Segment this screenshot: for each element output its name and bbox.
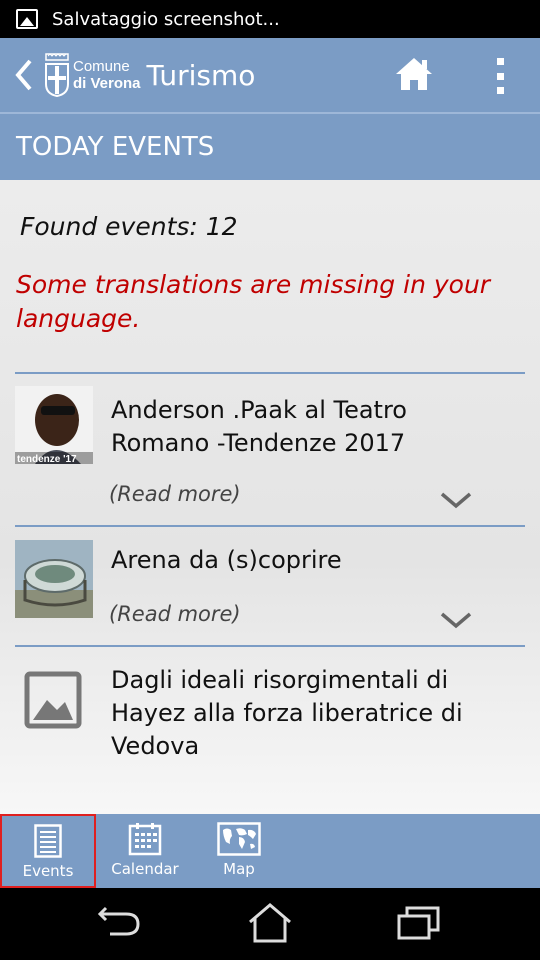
event-item[interactable]: Arena da (s)coprire (Read more) bbox=[15, 540, 525, 644]
section-title: TODAY EVENTS bbox=[16, 132, 215, 162]
nav-calendar-tab[interactable]: Calendar bbox=[100, 814, 190, 888]
nav-events-label: Events bbox=[22, 862, 74, 880]
found-events-count: Found events: 12 bbox=[20, 212, 238, 241]
nav-calendar-label: Calendar bbox=[111, 860, 179, 878]
nav-map-label: Map bbox=[223, 860, 255, 878]
event-item[interactable]: Dagli ideali risorgimentali di Hayez all… bbox=[15, 660, 525, 780]
screenshot-notification-icon bbox=[16, 9, 38, 29]
event-thumbnail: tendenze '17 bbox=[15, 386, 93, 464]
events-list[interactable]: Found events: 12 Some translations are m… bbox=[0, 180, 540, 814]
comune-di-verona-logo: Comune di Verona bbox=[44, 52, 141, 98]
event-title[interactable]: Anderson .Paak al Teatro Romano -Tendenz… bbox=[111, 394, 511, 460]
back-button[interactable] bbox=[4, 38, 44, 112]
app-bar: Comune di Verona Turismo bbox=[0, 38, 540, 112]
translation-warning: Some translations are missing in your la… bbox=[16, 270, 491, 333]
thumbnail-caption: tendenze '17 bbox=[17, 454, 77, 464]
overflow-dot bbox=[496, 58, 504, 65]
app-title: Turismo bbox=[146, 58, 256, 92]
system-navigation-bar bbox=[0, 888, 540, 960]
event-thumbnail bbox=[15, 540, 93, 618]
divider bbox=[15, 525, 525, 527]
system-home-icon[interactable] bbox=[246, 902, 294, 944]
section-header: TODAY EVENTS bbox=[0, 112, 540, 180]
home-icon bbox=[396, 58, 432, 90]
calendar-icon bbox=[128, 823, 162, 856]
chevron-down-icon[interactable] bbox=[439, 490, 473, 510]
world-map-icon bbox=[217, 822, 261, 856]
read-more-link[interactable]: (Read more) bbox=[109, 602, 241, 626]
nav-map-tab[interactable]: Map bbox=[194, 814, 284, 888]
chevron-down-icon[interactable] bbox=[439, 610, 473, 630]
status-bar: Salvataggio screenshot... bbox=[0, 0, 540, 38]
event-title[interactable]: Arena da (s)coprire bbox=[111, 544, 511, 577]
overflow-menu-button[interactable] bbox=[490, 58, 510, 94]
overflow-dot bbox=[496, 72, 504, 80]
event-item[interactable]: tendenze '17 Anderson .Paak al Teatro Ro… bbox=[15, 386, 525, 526]
image-placeholder-icon bbox=[23, 670, 83, 730]
logo-line-2: di Verona bbox=[73, 75, 141, 92]
event-title[interactable]: Dagli ideali risorgimentali di Hayez all… bbox=[111, 664, 511, 763]
nav-events-tab[interactable]: Events bbox=[0, 814, 96, 888]
chevron-left-icon bbox=[15, 59, 32, 91]
verona-crest-icon bbox=[45, 53, 69, 98]
logo-line-1: Comune bbox=[73, 58, 130, 75]
divider bbox=[15, 645, 525, 647]
status-notification-text: Salvataggio screenshot... bbox=[52, 8, 280, 30]
system-back-icon[interactable] bbox=[96, 900, 144, 940]
home-button[interactable] bbox=[394, 56, 434, 92]
overflow-dot bbox=[496, 87, 504, 94]
read-more-link[interactable]: (Read more) bbox=[109, 482, 241, 506]
document-list-icon bbox=[34, 824, 62, 858]
bottom-navigation: Events Calendar Map bbox=[0, 814, 540, 888]
divider bbox=[15, 372, 525, 374]
system-recents-icon[interactable] bbox=[396, 904, 442, 942]
